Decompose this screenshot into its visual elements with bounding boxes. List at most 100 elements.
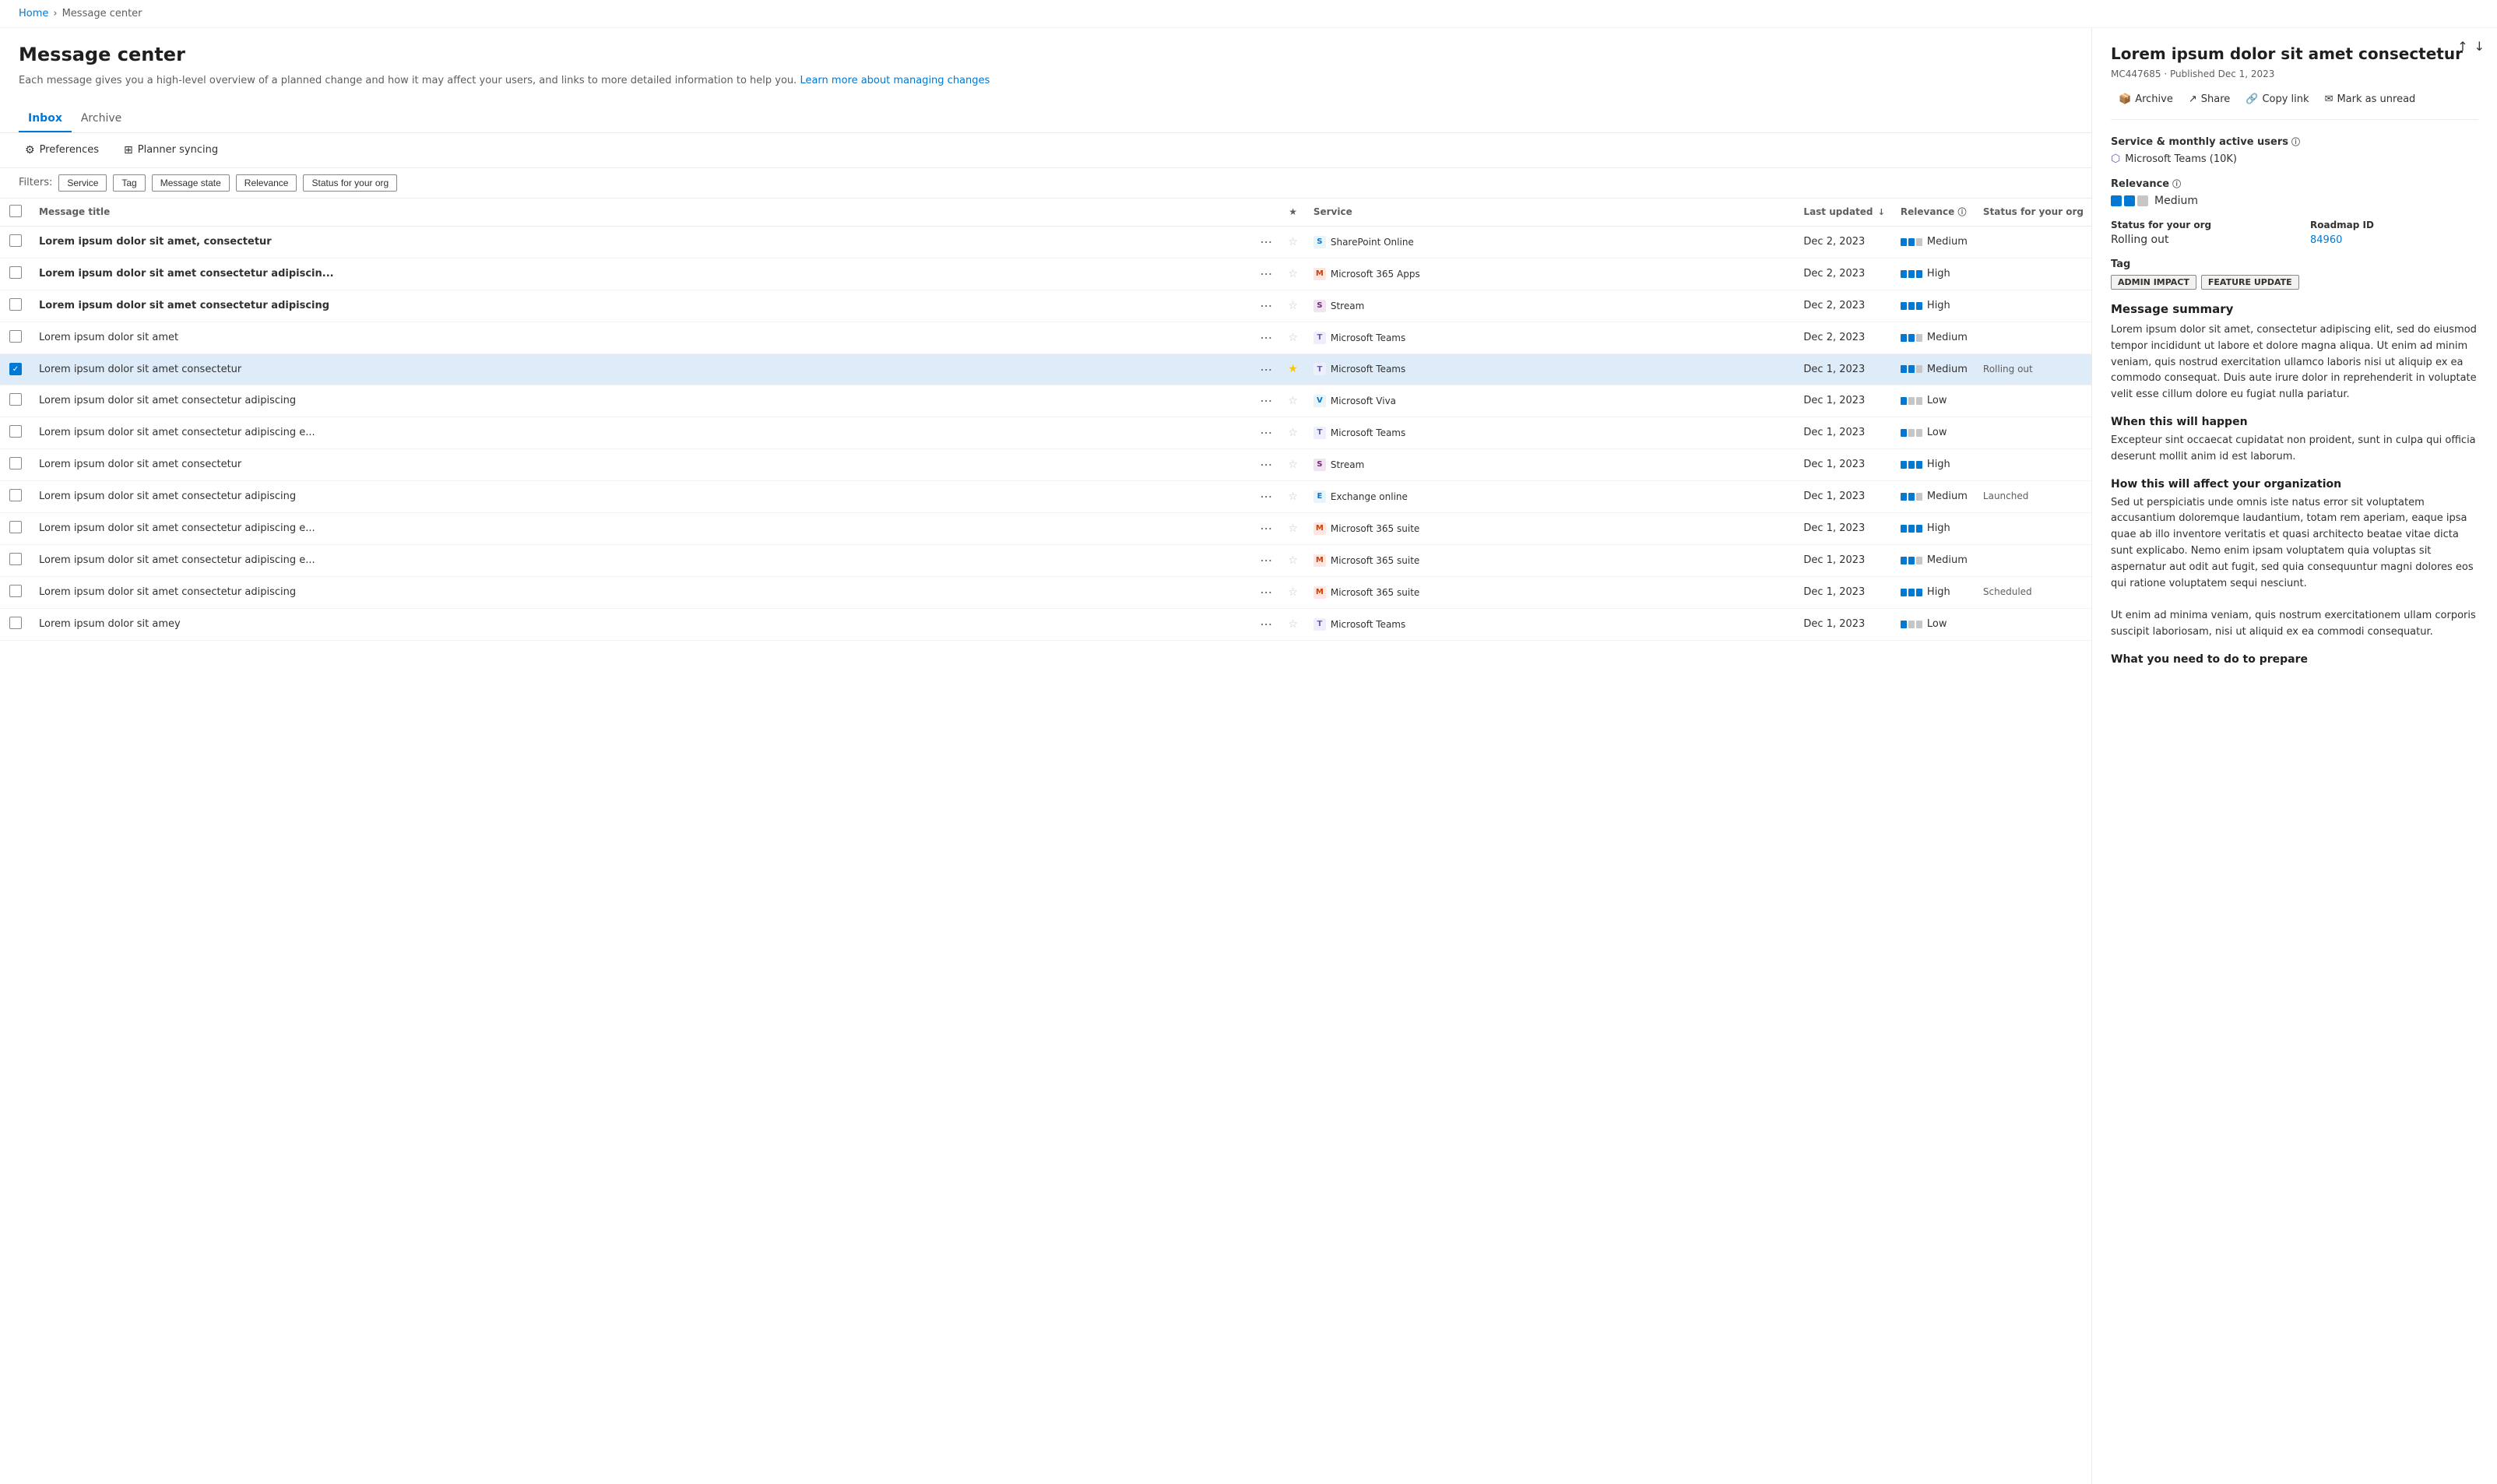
table-row[interactable]: Lorem ipsum dolor sit amet consectetur a… [0,290,2091,322]
archive-button[interactable]: 📦 Archive [2111,90,2181,108]
filter-status[interactable]: Status for your org [303,174,397,192]
service-icon: T [1314,332,1326,344]
row-star[interactable]: ☆ [1288,522,1298,535]
th-updated[interactable]: Last updated ↓ [1795,199,1893,227]
row-menu-button[interactable]: ⋯ [1260,585,1272,600]
row-relevance-cell: Low [1893,385,1975,417]
row-updated-cell: Dec 2, 2023 [1795,258,1893,290]
preferences-button[interactable]: ⚙ Preferences [19,141,105,160]
table-row[interactable]: Lorem ipsum dolor sit amet, consectetur … [0,226,2091,258]
row-star[interactable]: ★ [1288,363,1298,375]
tag-admin-impact: ADMIN IMPACT [2111,275,2196,290]
service-badge: T Microsoft Teams [1314,618,1788,631]
relevance-bars: Medium [1901,236,1968,248]
service-name: Microsoft Viva [1331,396,1396,406]
relevance-detail-info-icon[interactable]: ⓘ [2172,178,2181,190]
service-icon: S [1314,459,1326,471]
row-star[interactable]: ☆ [1288,300,1298,312]
row-star[interactable]: ☆ [1288,332,1298,344]
row-checkbox[interactable] [9,330,22,343]
row-service-cell: T Microsoft Teams [1306,417,1796,448]
mark-unread-button[interactable]: ✉ Mark as unread [2317,90,2424,108]
row-checkbox[interactable] [9,521,22,533]
row-updated-cell: Dec 1, 2023 [1795,544,1893,576]
row-menu-button[interactable]: ⋯ [1260,617,1272,631]
row-menu-button[interactable]: ⋯ [1260,521,1272,536]
row-menu-button[interactable]: ⋯ [1260,234,1272,249]
row-menu-button[interactable]: ⋯ [1260,298,1272,313]
planner-syncing-button[interactable]: ⊞ Planner syncing [118,141,224,160]
roadmap-link[interactable]: 84960 [2310,234,2342,246]
service-icon: S [1314,236,1326,248]
row-checkbox[interactable] [9,457,22,469]
row-star-cell: ☆ [1280,417,1306,448]
table-row[interactable]: Lorem ipsum dolor sit amey ⋯ ☆ T Microso… [0,608,2091,640]
row-checkbox[interactable] [9,585,22,597]
row-title-cell: Lorem ipsum dolor sit amet consectetur a… [31,290,1252,322]
row-star[interactable]: ☆ [1288,395,1298,407]
tab-inbox[interactable]: Inbox [19,106,72,132]
row-menu-button[interactable]: ⋯ [1260,553,1272,568]
row-menu-button[interactable]: ⋯ [1260,457,1272,472]
row-checkbox[interactable] [9,393,22,406]
filter-relevance[interactable]: Relevance [236,174,297,192]
page-title: Message center [19,44,2073,65]
status-value: Rolling out [2111,234,2279,246]
table-row[interactable]: Lorem ipsum dolor sit amet ⋯ ☆ T Microso… [0,322,2091,353]
learn-more-link[interactable]: Learn more about managing changes [800,75,990,86]
row-checkbox[interactable] [9,617,22,629]
row-star-cell: ☆ [1280,226,1306,258]
table-row[interactable]: Lorem ipsum dolor sit amet consectetur a… [0,576,2091,608]
filter-service[interactable]: Service [58,174,107,192]
table-row[interactable]: Lorem ipsum dolor sit amet consectetur ⋯… [0,448,2091,480]
row-checkbox[interactable] [9,234,22,247]
row-star[interactable]: ☆ [1288,618,1298,631]
share-button[interactable]: ↗ Share [2181,90,2238,108]
copy-link-button[interactable]: 🔗 Copy link [2238,90,2316,108]
row-menu-button[interactable]: ⋯ [1260,393,1272,408]
tab-archive[interactable]: Archive [72,106,131,132]
row-checkbox[interactable]: ✓ [9,363,22,375]
row-checkbox[interactable] [9,266,22,279]
relevance-info-icon[interactable]: ⓘ [1957,207,1966,217]
row-updated-cell: Dec 2, 2023 [1795,226,1893,258]
row-checkbox[interactable] [9,425,22,438]
row-status: Launched [1983,491,2028,501]
table-row[interactable]: Lorem ipsum dolor sit amet consectetur a… [0,512,2091,544]
table-row[interactable]: Lorem ipsum dolor sit amet consectetur a… [0,480,2091,512]
row-menu-button[interactable]: ⋯ [1260,362,1272,377]
table-row[interactable]: Lorem ipsum dolor sit amet consectetur a… [0,258,2091,290]
row-menu-button[interactable]: ⋯ [1260,330,1272,345]
row-menu-button[interactable]: ⋯ [1260,489,1272,504]
filter-tag[interactable]: Tag [113,174,145,192]
row-star[interactable]: ☆ [1288,236,1298,248]
table-row[interactable]: Lorem ipsum dolor sit amet consectetur a… [0,544,2091,576]
relevance-label: High [1927,522,1950,534]
row-checkbox[interactable] [9,489,22,501]
row-star[interactable]: ☆ [1288,427,1298,439]
row-menu-button[interactable]: ⋯ [1260,266,1272,281]
row-star[interactable]: ☆ [1288,491,1298,503]
left-panel: Message center Each message gives you a … [0,28,2092,1484]
row-checkbox[interactable] [9,553,22,565]
row-star[interactable]: ☆ [1288,586,1298,599]
filter-message-state[interactable]: Message state [152,174,230,192]
prev-arrow[interactable]: ↑ [2457,39,2467,54]
row-star[interactable]: ☆ [1288,459,1298,471]
row-checkbox[interactable] [9,298,22,311]
table-row[interactable]: ✓ Lorem ipsum dolor sit amet consectetur… [0,353,2091,385]
breadcrumb-home[interactable]: Home [19,8,48,19]
row-star[interactable]: ☆ [1288,554,1298,567]
next-arrow[interactable]: ↓ [2474,39,2485,54]
service-info-icon[interactable]: ⓘ [2291,135,2300,148]
relevance-label: Low [1927,618,1947,630]
select-all-checkbox[interactable] [9,205,22,217]
table-row[interactable]: Lorem ipsum dolor sit amet consectetur a… [0,417,2091,448]
row-menu-button[interactable]: ⋯ [1260,425,1272,440]
row-star[interactable]: ☆ [1288,268,1298,280]
relevance-bars: High [1901,522,1968,534]
table-row[interactable]: Lorem ipsum dolor sit amet consectetur a… [0,385,2091,417]
row-star-cell: ☆ [1280,448,1306,480]
relevance-label: High [1927,586,1950,598]
relevance-label: Medium [1927,332,1968,343]
